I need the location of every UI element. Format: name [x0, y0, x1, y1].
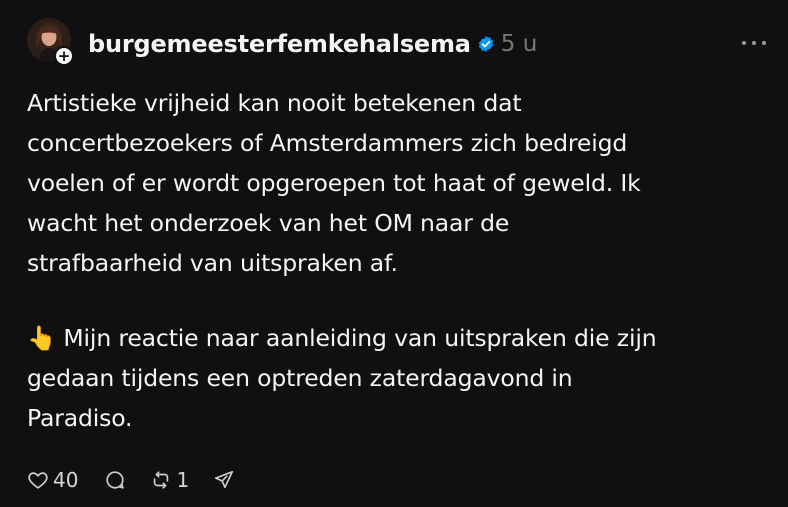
repost-button[interactable]: 1 — [150, 468, 189, 492]
post: + burgemeesterfemkehalsema 5 u Artistiek… — [0, 0, 788, 507]
repost-count: 1 — [176, 468, 190, 492]
verified-badge-icon — [477, 35, 495, 53]
like-count: 40 — [53, 468, 79, 492]
text-line: wacht het onderzoek van het OM naar de — [27, 209, 510, 237]
text-line: gedaan tijdens een optreden zaterdagavon… — [27, 364, 573, 392]
dot — [742, 41, 746, 45]
post-time: 5 u — [500, 31, 538, 57]
avatar-container[interactable]: + — [27, 18, 75, 66]
text-line: concertbezoekers of Amsterdammers zich b… — [27, 129, 628, 157]
dot — [752, 41, 756, 45]
comment-icon — [104, 469, 126, 491]
post-header: burgemeesterfemkehalsema 5 u — [88, 26, 537, 62]
post-text-paragraph-2: 👆 Mijn reactie naar aanleiding van uitsp… — [27, 318, 767, 438]
follow-button[interactable]: + — [54, 46, 74, 66]
dot — [762, 41, 766, 45]
repost-icon — [150, 469, 172, 491]
text-line: voelen of er wordt opgeroepen tot haat o… — [27, 169, 641, 197]
text-line: strafbaarheid van uitspraken af. — [27, 249, 398, 277]
like-button[interactable]: 40 — [27, 468, 78, 492]
plus-icon: + — [56, 47, 72, 65]
heart-icon — [27, 469, 49, 491]
post-text-paragraph-1: Artistieke vrijheid kan nooit betekenen … — [27, 83, 767, 283]
more-options-icon[interactable] — [742, 38, 766, 48]
action-bar: 40 1 — [27, 466, 235, 494]
send-icon — [213, 469, 235, 491]
share-button[interactable] — [213, 469, 235, 491]
reply-button[interactable] — [104, 469, 126, 491]
text-line: Artistieke vrijheid kan nooit betekenen … — [27, 89, 522, 117]
text-line: 👆 Mijn reactie naar aanleiding van uitsp… — [27, 324, 657, 352]
text-line: Paradiso. — [27, 404, 133, 432]
username[interactable]: burgemeesterfemkehalsema — [88, 30, 471, 58]
